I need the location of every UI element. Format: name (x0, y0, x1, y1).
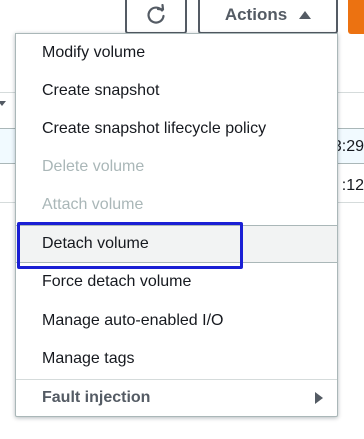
menu-item-attach-volume: Attach volume (16, 186, 337, 224)
menu-item-force-detach-volume[interactable]: Force detach volume (16, 263, 337, 301)
caret-up-icon (299, 11, 312, 19)
toolbar: Actions (0, 0, 364, 36)
menu-item-create-snapshot[interactable]: Create snapshot (16, 72, 337, 110)
menu-item-manage-tags[interactable]: Manage tags (16, 340, 337, 378)
menu-item-label: Manage tags (42, 350, 135, 367)
table-cell-time: :12 (341, 177, 364, 194)
actions-button[interactable]: Actions (198, 0, 338, 34)
primary-button-edge[interactable] (348, 0, 364, 34)
menu-item-label: Manage auto-enabled I/O (42, 312, 224, 329)
menu-item-label: Attach volume (42, 196, 144, 213)
menu-group-label: Fault injection (42, 389, 151, 406)
menu-item-label: Create snapshot lifecycle policy (42, 120, 267, 137)
caret-right-icon (315, 392, 323, 404)
menu-item-label: Force detach volume (42, 273, 192, 290)
menu-item-delete-volume: Delete volume (16, 148, 337, 186)
refresh-button[interactable] (125, 0, 187, 34)
menu-item-create-snapshot-lifecycle-policy[interactable]: Create snapshot lifecycle policy (16, 110, 337, 148)
menu-item-label: Create snapshot (42, 82, 160, 99)
refresh-icon (147, 4, 165, 24)
menu-item-label: Modify volume (42, 44, 146, 61)
sort-caret-icon (0, 101, 6, 106)
menu-group-fault-injection[interactable]: Fault injection (16, 379, 337, 417)
menu-item-detach-volume[interactable]: Detach volume (16, 225, 337, 263)
menu-item-modify-volume[interactable]: Modify volume (16, 34, 337, 72)
actions-label: Actions (224, 5, 288, 24)
menu-item-label: Delete volume (42, 158, 145, 175)
menu-item-label: Detach volume (42, 235, 149, 252)
actions-menu: Modify volume Create snapshot Create sna… (15, 33, 338, 417)
menu-item-manage-auto-enabled-io[interactable]: Manage auto-enabled I/O (16, 302, 337, 340)
